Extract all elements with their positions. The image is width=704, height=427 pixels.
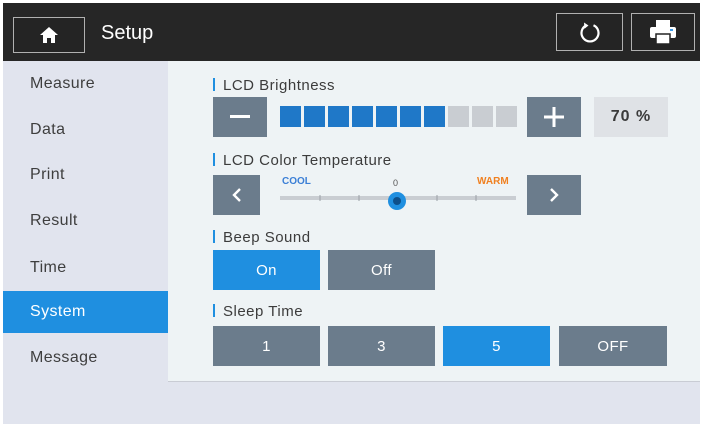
refresh-icon — [579, 22, 600, 43]
sidebar-item-label: System — [30, 303, 86, 320]
sidebar-item-print[interactable]: Print — [3, 154, 168, 196]
sleep-time-label: Sleep Time — [213, 303, 303, 321]
brightness-segment — [304, 106, 325, 127]
brightness-segment — [376, 106, 397, 127]
print-button[interactable] — [631, 13, 695, 51]
home-icon — [40, 27, 58, 43]
brightness-segment — [328, 106, 349, 127]
printer-icon — [650, 20, 676, 45]
brightness-segment — [448, 106, 469, 127]
brightness-segment — [280, 106, 301, 127]
beep-sound-label: Beep Sound — [213, 229, 311, 247]
beep-off-button[interactable]: Off — [328, 250, 435, 290]
color-temp-right-button[interactable] — [527, 175, 581, 215]
sidebar-item-result[interactable]: Result — [3, 200, 168, 242]
chevron-left-icon — [231, 188, 241, 202]
sidebar-item-label: Time — [30, 259, 67, 276]
sidebar-item-label: Print — [30, 166, 65, 183]
home-button[interactable] — [13, 17, 85, 53]
color-temperature-slider[interactable]: COOL 0 WARM — [280, 174, 516, 211]
chevron-right-icon — [550, 188, 559, 202]
sidebar-item-measure[interactable]: Measure — [3, 63, 168, 105]
page-title: Setup — [101, 22, 154, 44]
lcd-color-temperature-label: LCD Color Temperature — [213, 152, 392, 170]
sleep-off-button[interactable]: OFF — [559, 326, 667, 366]
sidebar: Measure Data Print Result Time System Me… — [3, 61, 168, 424]
brightness-decrease-button[interactable] — [213, 97, 267, 137]
minus-icon — [230, 115, 250, 118]
sleep-1-button[interactable]: 1 — [213, 326, 320, 366]
brightness-increase-button[interactable] — [527, 97, 581, 137]
sidebar-item-time[interactable]: Time — [3, 247, 168, 289]
top-bar: Setup — [3, 3, 700, 61]
sidebar-item-data[interactable]: Data — [3, 109, 168, 151]
brightness-segment — [352, 106, 373, 127]
sidebar-item-label: Measure — [30, 75, 96, 92]
sidebar-item-label: Result — [30, 212, 78, 229]
sleep-3-button[interactable]: 3 — [328, 326, 435, 366]
brightness-segment — [472, 106, 493, 127]
lcd-brightness-label: LCD Brightness — [213, 77, 335, 95]
footer-bar — [168, 381, 700, 424]
warm-label: WARM — [477, 176, 509, 187]
brightness-value: 70 % — [594, 97, 668, 137]
sleep-5-button[interactable]: 5 — [443, 326, 550, 366]
slider-thumb[interactable] — [387, 191, 407, 211]
sidebar-item-message[interactable]: Message — [3, 337, 168, 379]
plus-icon — [544, 107, 564, 127]
sidebar-item-label: Message — [30, 349, 98, 366]
brightness-segment — [496, 106, 517, 127]
sidebar-item-system[interactable]: System — [3, 291, 168, 333]
beep-on-button[interactable]: On — [213, 250, 320, 290]
refresh-button[interactable] — [556, 13, 623, 51]
cool-label: COOL — [282, 176, 311, 187]
brightness-segment — [424, 106, 445, 127]
brightness-segment — [400, 106, 421, 127]
color-temp-left-button[interactable] — [213, 175, 260, 215]
center-label: 0 — [393, 178, 399, 188]
sidebar-item-label: Data — [30, 121, 66, 138]
